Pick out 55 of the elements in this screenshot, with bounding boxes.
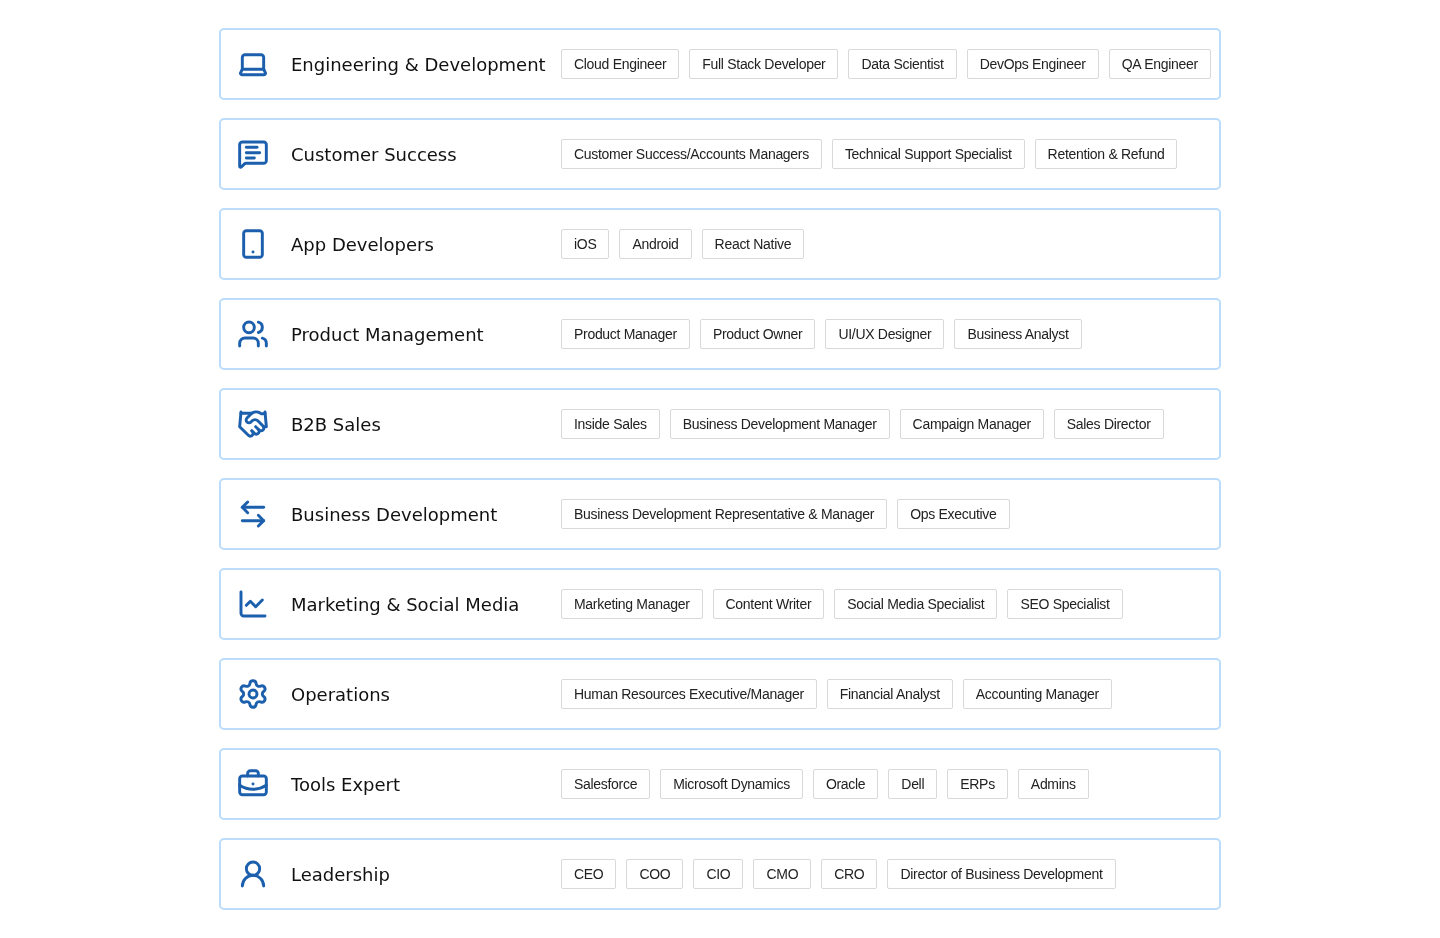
category-title: Tools Expert bbox=[291, 773, 401, 795]
role-tag: Android bbox=[619, 229, 692, 259]
category-title: Marketing & Social Media bbox=[291, 593, 520, 615]
category-title: Engineering & Development bbox=[291, 53, 546, 75]
category-title: Leadership bbox=[291, 863, 390, 885]
role-tag: Content Writer bbox=[712, 589, 825, 619]
settings-icon bbox=[237, 678, 269, 710]
role-tag: Customer Success/Accounts Managers bbox=[561, 139, 822, 169]
role-tag: CIO bbox=[693, 859, 744, 889]
role-tag: Product Owner bbox=[699, 319, 816, 349]
category-title: Business Development bbox=[291, 503, 498, 525]
role-tag: Financial Analyst bbox=[826, 679, 953, 709]
role-tag: Dell bbox=[888, 769, 938, 799]
role-tag: Full Stack Developer bbox=[689, 49, 839, 79]
role-tag: Cloud Engineer bbox=[561, 49, 680, 79]
role-tag: Microsoft Dynamics bbox=[660, 769, 803, 799]
role-tag: Salesforce bbox=[561, 769, 651, 799]
handshake-icon bbox=[237, 408, 269, 440]
chat-bubble-icon bbox=[237, 138, 269, 170]
role-tag: Data Scientist bbox=[848, 49, 957, 79]
role-tag: UI/UX Designer bbox=[825, 319, 945, 349]
people-icon bbox=[237, 318, 269, 350]
role-tag: Oracle bbox=[812, 769, 879, 799]
role-tag: Business Development Manager bbox=[669, 409, 890, 439]
role-tag: Business Analyst bbox=[954, 319, 1082, 349]
role-tag: DevOps Engineer bbox=[966, 49, 1099, 79]
role-tag: Technical Support Specialist bbox=[831, 139, 1025, 169]
role-tag: Inside Sales bbox=[561, 409, 660, 439]
role-tag: Accounting Manager bbox=[962, 679, 1112, 709]
role-tag: Business Development Representative & Manager bbox=[561, 499, 888, 529]
role-tag: COO bbox=[626, 859, 684, 889]
role-tag: Social Media Specialist bbox=[834, 589, 998, 619]
role-tag: React Native bbox=[701, 229, 805, 259]
role-tag: ERPs bbox=[947, 769, 1008, 799]
role-tag: Director of Business Development bbox=[887, 859, 1116, 889]
role-tag: QA Engineer bbox=[1108, 49, 1211, 79]
line-chart-icon bbox=[237, 588, 269, 620]
category-title: B2B Sales bbox=[291, 413, 381, 435]
role-tag: Admins bbox=[1017, 769, 1089, 799]
role-tag: CEO bbox=[561, 859, 617, 889]
category-title: App Developers bbox=[291, 233, 434, 255]
category-title: Operations bbox=[291, 683, 390, 705]
role-tag: CRO bbox=[821, 859, 878, 889]
category-title: Customer Success bbox=[291, 143, 457, 165]
role-tag: Product Manager bbox=[561, 319, 690, 349]
role-tag: SEO Specialist bbox=[1007, 589, 1123, 619]
role-tag: CMO bbox=[753, 859, 812, 889]
role-tag: Retention & Refund bbox=[1034, 139, 1178, 169]
role-tag: Human Resources Executive/Manager bbox=[561, 679, 817, 709]
role-tag: Ops Executive bbox=[897, 499, 1010, 529]
category-title: Product Management bbox=[291, 323, 484, 345]
role-tag: Marketing Manager bbox=[561, 589, 703, 619]
role-tag: Sales Director bbox=[1053, 409, 1164, 439]
role-tag: Campaign Manager bbox=[899, 409, 1044, 439]
role-tag: iOS bbox=[561, 229, 610, 259]
